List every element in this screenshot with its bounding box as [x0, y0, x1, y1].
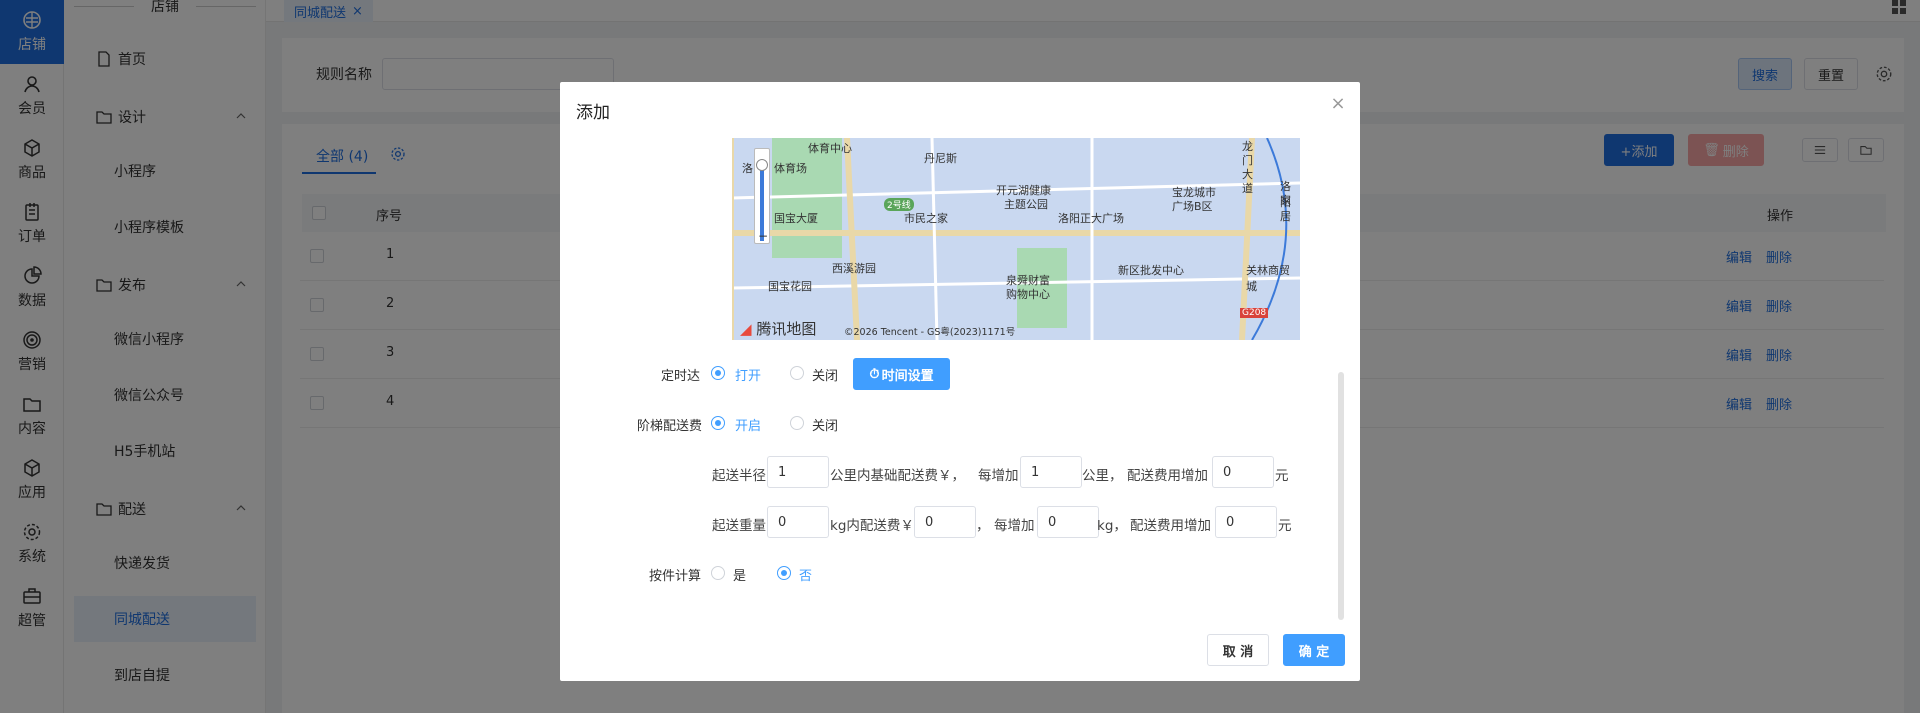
- tiered-on-label[interactable]: 开启: [735, 415, 761, 434]
- add-dialog: 添加 × − 体育中心 丹尼斯 洛 体育场 开元湖健康 主题公园 宝龙城市 广场…: [560, 82, 1360, 681]
- location-map[interactable]: − 体育中心 丹尼斯 洛 体育场 开元湖健康 主题公园 宝龙城市 广场B区 龙 …: [732, 138, 1300, 340]
- time-settings-label: 时间设置: [881, 368, 934, 384]
- weight-base-fee-input[interactable]: 0: [914, 506, 976, 538]
- distance-km-label: 公里，: [1082, 468, 1123, 484]
- zoom-slider[interactable]: −: [754, 148, 770, 244]
- map-label: 洛阳正大广场: [1058, 212, 1124, 225]
- per-piece-no-label[interactable]: 否: [799, 565, 812, 584]
- confirm-button[interactable]: 确 定: [1283, 634, 1345, 666]
- highway-badge: G208: [1240, 308, 1269, 318]
- map-label: 购物中心: [1006, 288, 1050, 301]
- map-label: 家居: [1280, 194, 1291, 223]
- tencent-map-logo-icon: ◢: [740, 320, 752, 338]
- distance-base-fee-label: 公里内基础配送费￥，: [830, 468, 965, 484]
- tiered-fee-label: 阶梯配送费: [637, 419, 703, 434]
- zoom-out-button[interactable]: −: [758, 229, 768, 243]
- weight-yuan-label: 元: [1278, 518, 1292, 534]
- timed-off-radio[interactable]: [790, 366, 804, 380]
- map-label: 丹尼斯: [924, 152, 957, 165]
- map-roads: [732, 138, 1300, 340]
- weight-increment-input[interactable]: 0: [1037, 506, 1099, 538]
- weight-base-fee-label: kg内配送费￥: [830, 518, 914, 534]
- per-piece-no-radio[interactable]: [777, 566, 791, 580]
- distance-increment-label: 每增加: [978, 468, 1019, 484]
- close-icon[interactable]: ×: [1330, 95, 1346, 113]
- weight-comma-label: ，: [976, 518, 990, 534]
- timed-off-label[interactable]: 关闭: [812, 365, 838, 384]
- map-label: 市民之家: [904, 212, 948, 225]
- map-label: 道: [1242, 182, 1253, 195]
- tiered-off-radio[interactable]: [790, 416, 804, 430]
- map-label: 新区批发中心: [1118, 264, 1184, 277]
- map-label: 体育场: [774, 162, 807, 175]
- distance-fee-increase-input[interactable]: 0: [1212, 456, 1274, 488]
- map-label: 主题公园: [1004, 198, 1048, 211]
- per-piece-yes-radio[interactable]: [711, 566, 725, 580]
- map-label: 西溪游园: [832, 262, 876, 275]
- timed-delivery-label: 定时达: [661, 369, 701, 384]
- map-copyright: ©2026 Tencent - GS粤(2023)1171号: [844, 327, 1016, 338]
- dialog-scrollbar[interactable]: [1338, 372, 1344, 620]
- map-label: 广场B区: [1172, 200, 1213, 213]
- tiered-off-label[interactable]: 关闭: [812, 415, 838, 434]
- cancel-button[interactable]: 取 消: [1207, 634, 1269, 666]
- weight-kg-label: kg，: [1097, 518, 1127, 534]
- time-settings-button[interactable]: ⏱ 时间设置: [853, 358, 950, 390]
- map-label: 国宝大厦: [774, 212, 818, 225]
- weight-fee-increase-input[interactable]: 0: [1215, 506, 1277, 538]
- tiered-on-radio[interactable]: [711, 416, 725, 430]
- map-label: 国宝花园: [768, 280, 812, 293]
- weight-increment-label: 每增加: [994, 518, 1035, 534]
- map-label: 洛: [742, 162, 753, 175]
- weight-fee-increase-label: 配送费用增加: [1130, 518, 1211, 534]
- per-piece-label: 按件计算: [649, 569, 702, 584]
- clock-icon: ⏱: [869, 366, 880, 382]
- distance-start-label: 起送半径: [712, 468, 766, 484]
- map-label: 关林商贸城: [1246, 264, 1290, 293]
- distance-radius-input[interactable]: 1: [767, 456, 829, 488]
- timed-on-label[interactable]: 打开: [735, 365, 761, 384]
- zoom-handle[interactable]: [756, 159, 768, 171]
- weight-start-input[interactable]: 0: [767, 506, 829, 538]
- distance-increment-input[interactable]: 1: [1020, 456, 1082, 488]
- map-brand: ◢ 腾讯地图: [740, 318, 816, 339]
- map-label: 体育中心: [808, 142, 852, 155]
- weight-start-label: 起送重量: [712, 518, 766, 534]
- distance-yuan-label: 元: [1275, 468, 1289, 484]
- dialog-title: 添加: [576, 103, 610, 123]
- per-piece-yes-label[interactable]: 是: [733, 565, 746, 584]
- distance-fee-increase-label: 配送费用增加: [1127, 468, 1208, 484]
- map-brand-label: 腾讯地图: [756, 320, 817, 338]
- timed-on-radio[interactable]: [711, 366, 725, 380]
